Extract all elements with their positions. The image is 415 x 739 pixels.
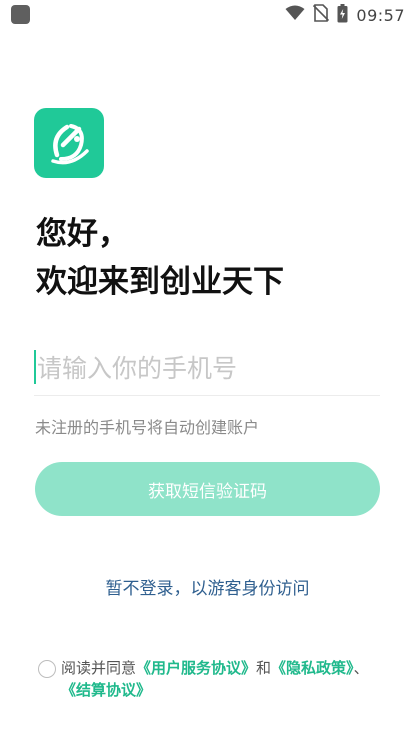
greeting-line-1: 您好， — [36, 216, 129, 252]
battery-charging-icon — [337, 3, 348, 27]
wifi-icon — [285, 5, 305, 25]
agreement-conj: 和 — [256, 659, 272, 677]
user-agreement-link[interactable]: 《用户服务协议》 — [136, 659, 256, 677]
login-screen: 09:57 您好， 欢迎来到创业天下 未注册的手机号将自动创建账户 获取短信验证… — [0, 0, 415, 739]
app-logo-icon — [51, 124, 89, 165]
agreement-sep: 、 — [353, 659, 369, 677]
greeting-line-2: 欢迎来到创业天下 — [36, 264, 284, 300]
get-sms-code-button[interactable]: 获取短信验证码 — [35, 462, 380, 516]
privacy-policy-link[interactable]: 《隐私政策》 — [271, 659, 354, 677]
agreement-row: 阅读并同意《用户服务协议》和《隐私政策》、《结算协议》 — [38, 657, 378, 701]
text-caret — [34, 350, 36, 384]
app-logo — [34, 108, 104, 178]
agreement-text: 阅读并同意《用户服务协议》和《隐私政策》、《结算协议》 — [61, 657, 378, 701]
phone-input[interactable] — [37, 346, 377, 390]
guest-login-link[interactable]: 暂不登录，以游客身份访问 — [0, 574, 415, 599]
no-sim-icon — [313, 4, 330, 26]
app-notification-icon — [11, 5, 30, 24]
settlement-agreement-link[interactable]: 《结算协议》 — [61, 681, 151, 699]
status-bar: 09:57 — [0, 0, 415, 30]
agreement-prefix: 阅读并同意 — [61, 659, 137, 677]
status-icons: 09:57 — [285, 3, 405, 27]
greeting-title: 您好， 欢迎来到创业天下 — [36, 210, 284, 306]
agreement-checkbox[interactable] — [38, 660, 56, 678]
status-time: 09:57 — [356, 5, 405, 25]
phone-field[interactable] — [34, 344, 380, 396]
auto-register-hint: 未注册的手机号将自动创建账户 — [35, 418, 260, 437]
